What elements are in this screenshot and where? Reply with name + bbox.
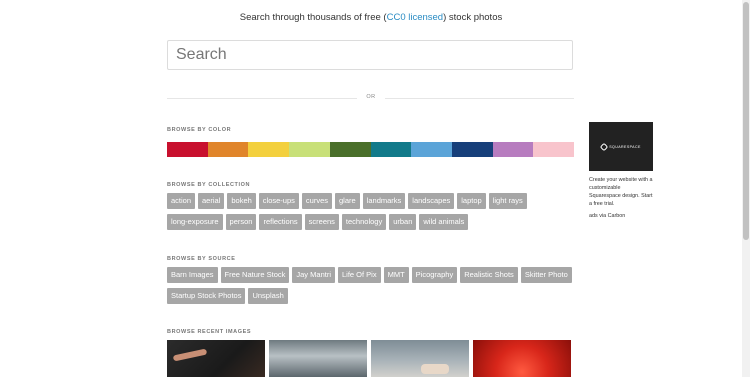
page-scrollbar[interactable]: [742, 0, 750, 377]
collection-tag[interactable]: wild animals: [419, 214, 469, 230]
browse-by-collection-title: BROWSE BY COLLECTION: [167, 182, 251, 188]
search-input[interactable]: [167, 40, 573, 70]
color-swatch[interactable]: [329, 142, 371, 157]
recent-images-row: [167, 340, 571, 377]
source-tag[interactable]: Life Of Pix: [337, 267, 381, 283]
collection-tag[interactable]: light rays: [488, 193, 527, 209]
recent-image-hands[interactable]: [167, 340, 265, 377]
collection-tag[interactable]: person: [225, 214, 257, 230]
collection-tag[interactable]: landmarks: [362, 193, 406, 209]
collection-tag[interactable]: technology: [341, 214, 387, 230]
browse-by-color-title: BROWSE BY COLOR: [167, 127, 232, 133]
source-tag[interactable]: Startup Stock Photos: [167, 288, 246, 304]
collection-tag-list: action aerial bokeh close-ups curves glare lan…: [167, 193, 577, 230]
source-tag[interactable]: Picography: [411, 267, 458, 283]
color-swatch[interactable]: [248, 142, 290, 157]
color-swatch[interactable]: [451, 142, 493, 157]
headline-prefix: Search through thousands of free (: [239, 12, 387, 23]
page-headline: Search through thousands of free (CC0 li…: [0, 12, 742, 23]
source-tag-list: Barn Images Free Nature Stock Jay Mantri Li…: [167, 267, 577, 304]
recent-image-red-umbrella[interactable]: [473, 340, 571, 377]
ads-via-carbon-link[interactable]: ads via Carbon: [589, 213, 653, 219]
collection-tag[interactable]: close-ups: [258, 193, 299, 209]
color-swatch[interactable]: [167, 142, 208, 157]
collection-tag[interactable]: laptop: [457, 193, 486, 209]
page: Search through thousands of free (CC0 li…: [0, 0, 750, 377]
collection-tag[interactable]: screens: [304, 214, 339, 230]
collection-tag[interactable]: reflections: [259, 214, 302, 230]
source-tag[interactable]: Unsplash: [248, 288, 288, 304]
squarespace-logo-icon: [600, 142, 609, 151]
source-tag[interactable]: Jay Mantri: [292, 267, 335, 283]
color-swatch[interactable]: [533, 142, 575, 157]
or-divider-label: OR: [357, 94, 385, 100]
source-tag[interactable]: Free Nature Stock: [220, 267, 290, 283]
source-tag[interactable]: Skitter Photo: [520, 267, 572, 283]
scrollbar-thumb[interactable]: [743, 2, 749, 240]
collection-tag[interactable]: glare: [335, 193, 360, 209]
ad-image[interactable]: SQUARESPACE: [589, 122, 653, 171]
collection-tag[interactable]: action: [167, 193, 196, 209]
browse-recent-images-title: BROWSE RECENT IMAGES: [167, 329, 252, 335]
source-tag[interactable]: MMT: [383, 267, 409, 283]
recent-image-clouds[interactable]: [269, 340, 367, 377]
color-palette: [167, 142, 575, 157]
source-tag[interactable]: Realistic Shots: [460, 267, 518, 283]
source-tag[interactable]: Barn Images: [167, 267, 218, 283]
color-swatch[interactable]: [411, 142, 452, 157]
headline-suffix: ) stock photos: [443, 12, 503, 23]
carbon-ad: SQUARESPACE Create your website with a c…: [589, 122, 653, 219]
collection-tag[interactable]: landscapes: [408, 193, 455, 209]
collection-tag[interactable]: long-exposure: [167, 214, 223, 230]
collection-tag[interactable]: aerial: [198, 193, 225, 209]
collection-tag[interactable]: curves: [301, 193, 332, 209]
ad-description-link[interactable]: Create your website with a customizable …: [589, 176, 653, 208]
color-swatch[interactable]: [289, 142, 330, 157]
ad-brand-label: SQUARESPACE: [609, 144, 641, 149]
color-swatch[interactable]: [492, 142, 534, 157]
color-swatch[interactable]: [370, 142, 412, 157]
collection-tag[interactable]: bokeh: [227, 193, 256, 209]
recent-image-sea[interactable]: [371, 340, 469, 377]
collection-tag[interactable]: urban: [389, 214, 417, 230]
color-swatch[interactable]: [207, 142, 249, 157]
browse-by-source-title: BROWSE BY SOURCE: [167, 256, 236, 262]
cc0-license-link[interactable]: CC0 licensed: [387, 12, 444, 23]
